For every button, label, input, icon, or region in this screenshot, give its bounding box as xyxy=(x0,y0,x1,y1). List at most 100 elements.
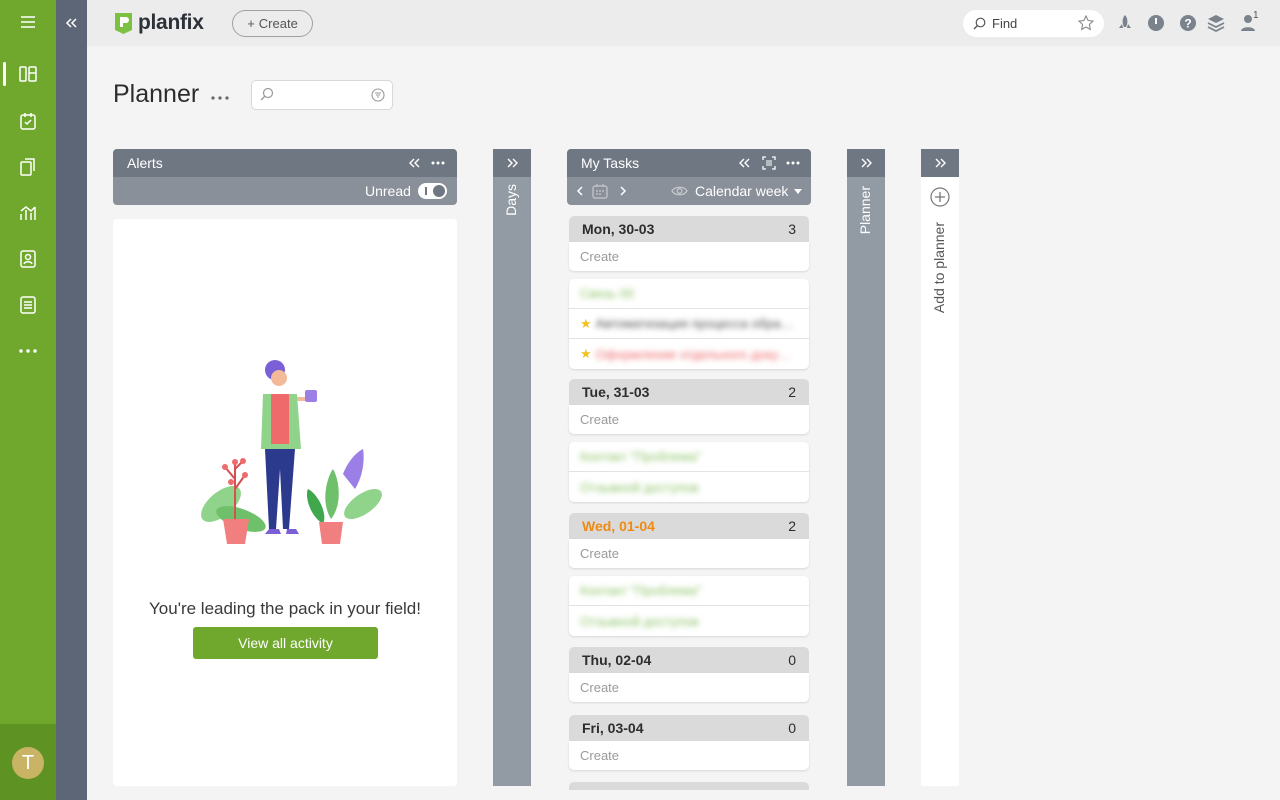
main-nav-rail: T xyxy=(0,0,56,800)
expand-add-planner-icon[interactable] xyxy=(921,149,959,177)
empty-state-illustration xyxy=(201,360,382,544)
calendar-icon[interactable] xyxy=(592,183,608,199)
prev-week-icon[interactable] xyxy=(576,186,583,196)
task-item[interactable]: Контакт "Проблема" xyxy=(569,442,809,472)
search-icon xyxy=(973,17,986,30)
add-to-planner-column: Add to planner xyxy=(921,149,959,786)
day-block: Wed, 01-04 2 Create Контакт "Проблема" От… xyxy=(569,513,809,636)
favorites-star-icon[interactable] xyxy=(1078,15,1094,31)
my-tasks-header: My Tasks xyxy=(567,149,811,177)
collapse-strip xyxy=(56,0,87,800)
nav-contacts-icon[interactable] xyxy=(0,239,56,279)
planfix-logo[interactable]: planfix xyxy=(114,11,204,35)
nav-reports-icon[interactable] xyxy=(0,285,56,325)
nav-planner-icon[interactable] xyxy=(0,54,56,94)
day-create-button[interactable]: Create xyxy=(569,242,809,271)
collapse-column-icon[interactable] xyxy=(738,158,751,168)
user-area: T xyxy=(0,724,56,800)
expand-days-icon[interactable] xyxy=(493,149,531,177)
add-to-planner-label[interactable]: Add to planner xyxy=(931,222,947,313)
filter-icon[interactable] xyxy=(371,88,385,102)
day-header[interactable]: Thu, 02-04 0 xyxy=(569,647,809,673)
day-block: Mon, 30-03 3 Create Связь 00 ★ Автоматизац… xyxy=(569,216,809,369)
day-task-list: Контакт "Проблема" Отзывной доступов xyxy=(569,576,809,636)
chevron-down-icon[interactable] xyxy=(794,189,802,194)
collapse-column-icon[interactable] xyxy=(408,158,421,168)
day-header[interactable]: Fri, 03-04 0 xyxy=(569,715,809,741)
day-header-today[interactable]: Wed, 01-04 2 xyxy=(569,513,809,539)
planner-label: Planner xyxy=(857,186,873,235)
planner-search xyxy=(251,80,393,110)
create-button[interactable]: + Create xyxy=(232,10,313,37)
planfix-logo-icon xyxy=(115,12,132,34)
unread-toggle[interactable] xyxy=(418,183,447,199)
day-task-list: Связь 00 ★ Автоматизация процесса обработ… xyxy=(569,279,809,369)
day-header[interactable]: Tue, 31-03 2 xyxy=(569,379,809,405)
search-icon xyxy=(260,87,274,101)
nav-tasks-icon[interactable] xyxy=(0,101,56,141)
day-count: 0 xyxy=(788,652,796,668)
user-notifications-icon[interactable]: 1 xyxy=(1235,10,1263,33)
day-count: 2 xyxy=(788,518,796,534)
page-menu-dots-icon[interactable] xyxy=(211,87,229,105)
alerts-title: Alerts xyxy=(127,155,163,171)
task-item[interactable]: ★ Автоматизация процесса обработки xyxy=(569,309,809,339)
day-create-button[interactable]: Create xyxy=(569,673,809,702)
next-day-peek xyxy=(569,782,809,790)
top-header: planfix + Create Find ? 1 xyxy=(87,0,1280,46)
notification-count: 1 xyxy=(1253,10,1259,21)
avatar[interactable]: T xyxy=(12,747,44,779)
day-count: 0 xyxy=(788,720,796,736)
layers-icon[interactable] xyxy=(1206,13,1226,33)
add-circle-icon[interactable] xyxy=(930,187,950,207)
day-block: Fri, 03-04 0 Create xyxy=(569,715,809,770)
day-count: 2 xyxy=(788,384,796,400)
plus-icon: + xyxy=(247,16,255,31)
alerts-header: Alerts xyxy=(113,149,457,177)
star-icon: ★ xyxy=(580,346,592,361)
page-title: Planner xyxy=(113,80,200,108)
more-dots-icon[interactable] xyxy=(0,331,56,371)
rocket-icon[interactable] xyxy=(1115,13,1135,33)
day-create-button[interactable]: Create xyxy=(569,741,809,770)
planner-search-input[interactable] xyxy=(280,81,370,107)
planner-column-collapsed: Planner xyxy=(847,149,885,786)
find-input[interactable]: Find xyxy=(963,10,1104,37)
days-column-collapsed: Days xyxy=(493,149,531,786)
svg-text:?: ? xyxy=(1184,17,1191,31)
nav-analytics-icon[interactable] xyxy=(0,193,56,233)
nav-documents-icon[interactable] xyxy=(0,147,56,187)
days-label: Days xyxy=(503,184,519,216)
my-tasks-toolbar: Calendar week xyxy=(567,177,811,205)
day-header[interactable]: Mon, 30-03 3 xyxy=(569,216,809,242)
column-menu-dots-icon[interactable] xyxy=(431,161,445,165)
task-item[interactable]: Отзывной доступов xyxy=(569,472,809,502)
task-item[interactable]: Контакт "Проблема" xyxy=(569,576,809,606)
empty-state-message: You're leading the pack in your field! xyxy=(149,599,421,618)
focus-scan-icon[interactable] xyxy=(762,156,776,170)
alerts-subheader: Unread xyxy=(113,177,457,205)
expand-planner-icon[interactable] xyxy=(847,149,885,177)
menu-icon[interactable] xyxy=(0,2,56,42)
star-icon: ★ xyxy=(580,315,592,331)
collapse-nav-icon[interactable] xyxy=(56,12,87,34)
column-menu-dots-icon[interactable] xyxy=(786,161,800,165)
day-block: Thu, 02-04 0 Create xyxy=(569,647,809,702)
unread-label: Unread xyxy=(365,183,411,199)
task-item[interactable]: Связь 00 xyxy=(569,279,809,309)
help-icon[interactable]: ? xyxy=(1178,13,1198,33)
task-item[interactable]: ★ Оформление отдельного документа xyxy=(569,339,809,369)
day-count: 3 xyxy=(788,221,796,237)
timer-icon[interactable] xyxy=(1146,13,1166,33)
day-create-button[interactable]: Create xyxy=(569,539,809,568)
eye-icon[interactable] xyxy=(671,185,688,197)
day-block: Tue, 31-03 2 Create Контакт "Проблема" От… xyxy=(569,379,809,502)
task-item[interactable]: Отзывной доступов xyxy=(569,606,809,636)
my-tasks-title: My Tasks xyxy=(581,155,640,171)
app-name: planfix xyxy=(138,11,204,34)
alerts-card: You're leading the pack in your field! V… xyxy=(113,219,457,786)
view-mode-dropdown[interactable]: Calendar week xyxy=(695,183,788,199)
next-week-icon[interactable] xyxy=(620,186,627,196)
day-create-button[interactable]: Create xyxy=(569,405,809,434)
view-all-activity-button[interactable]: View all activity xyxy=(193,627,378,659)
